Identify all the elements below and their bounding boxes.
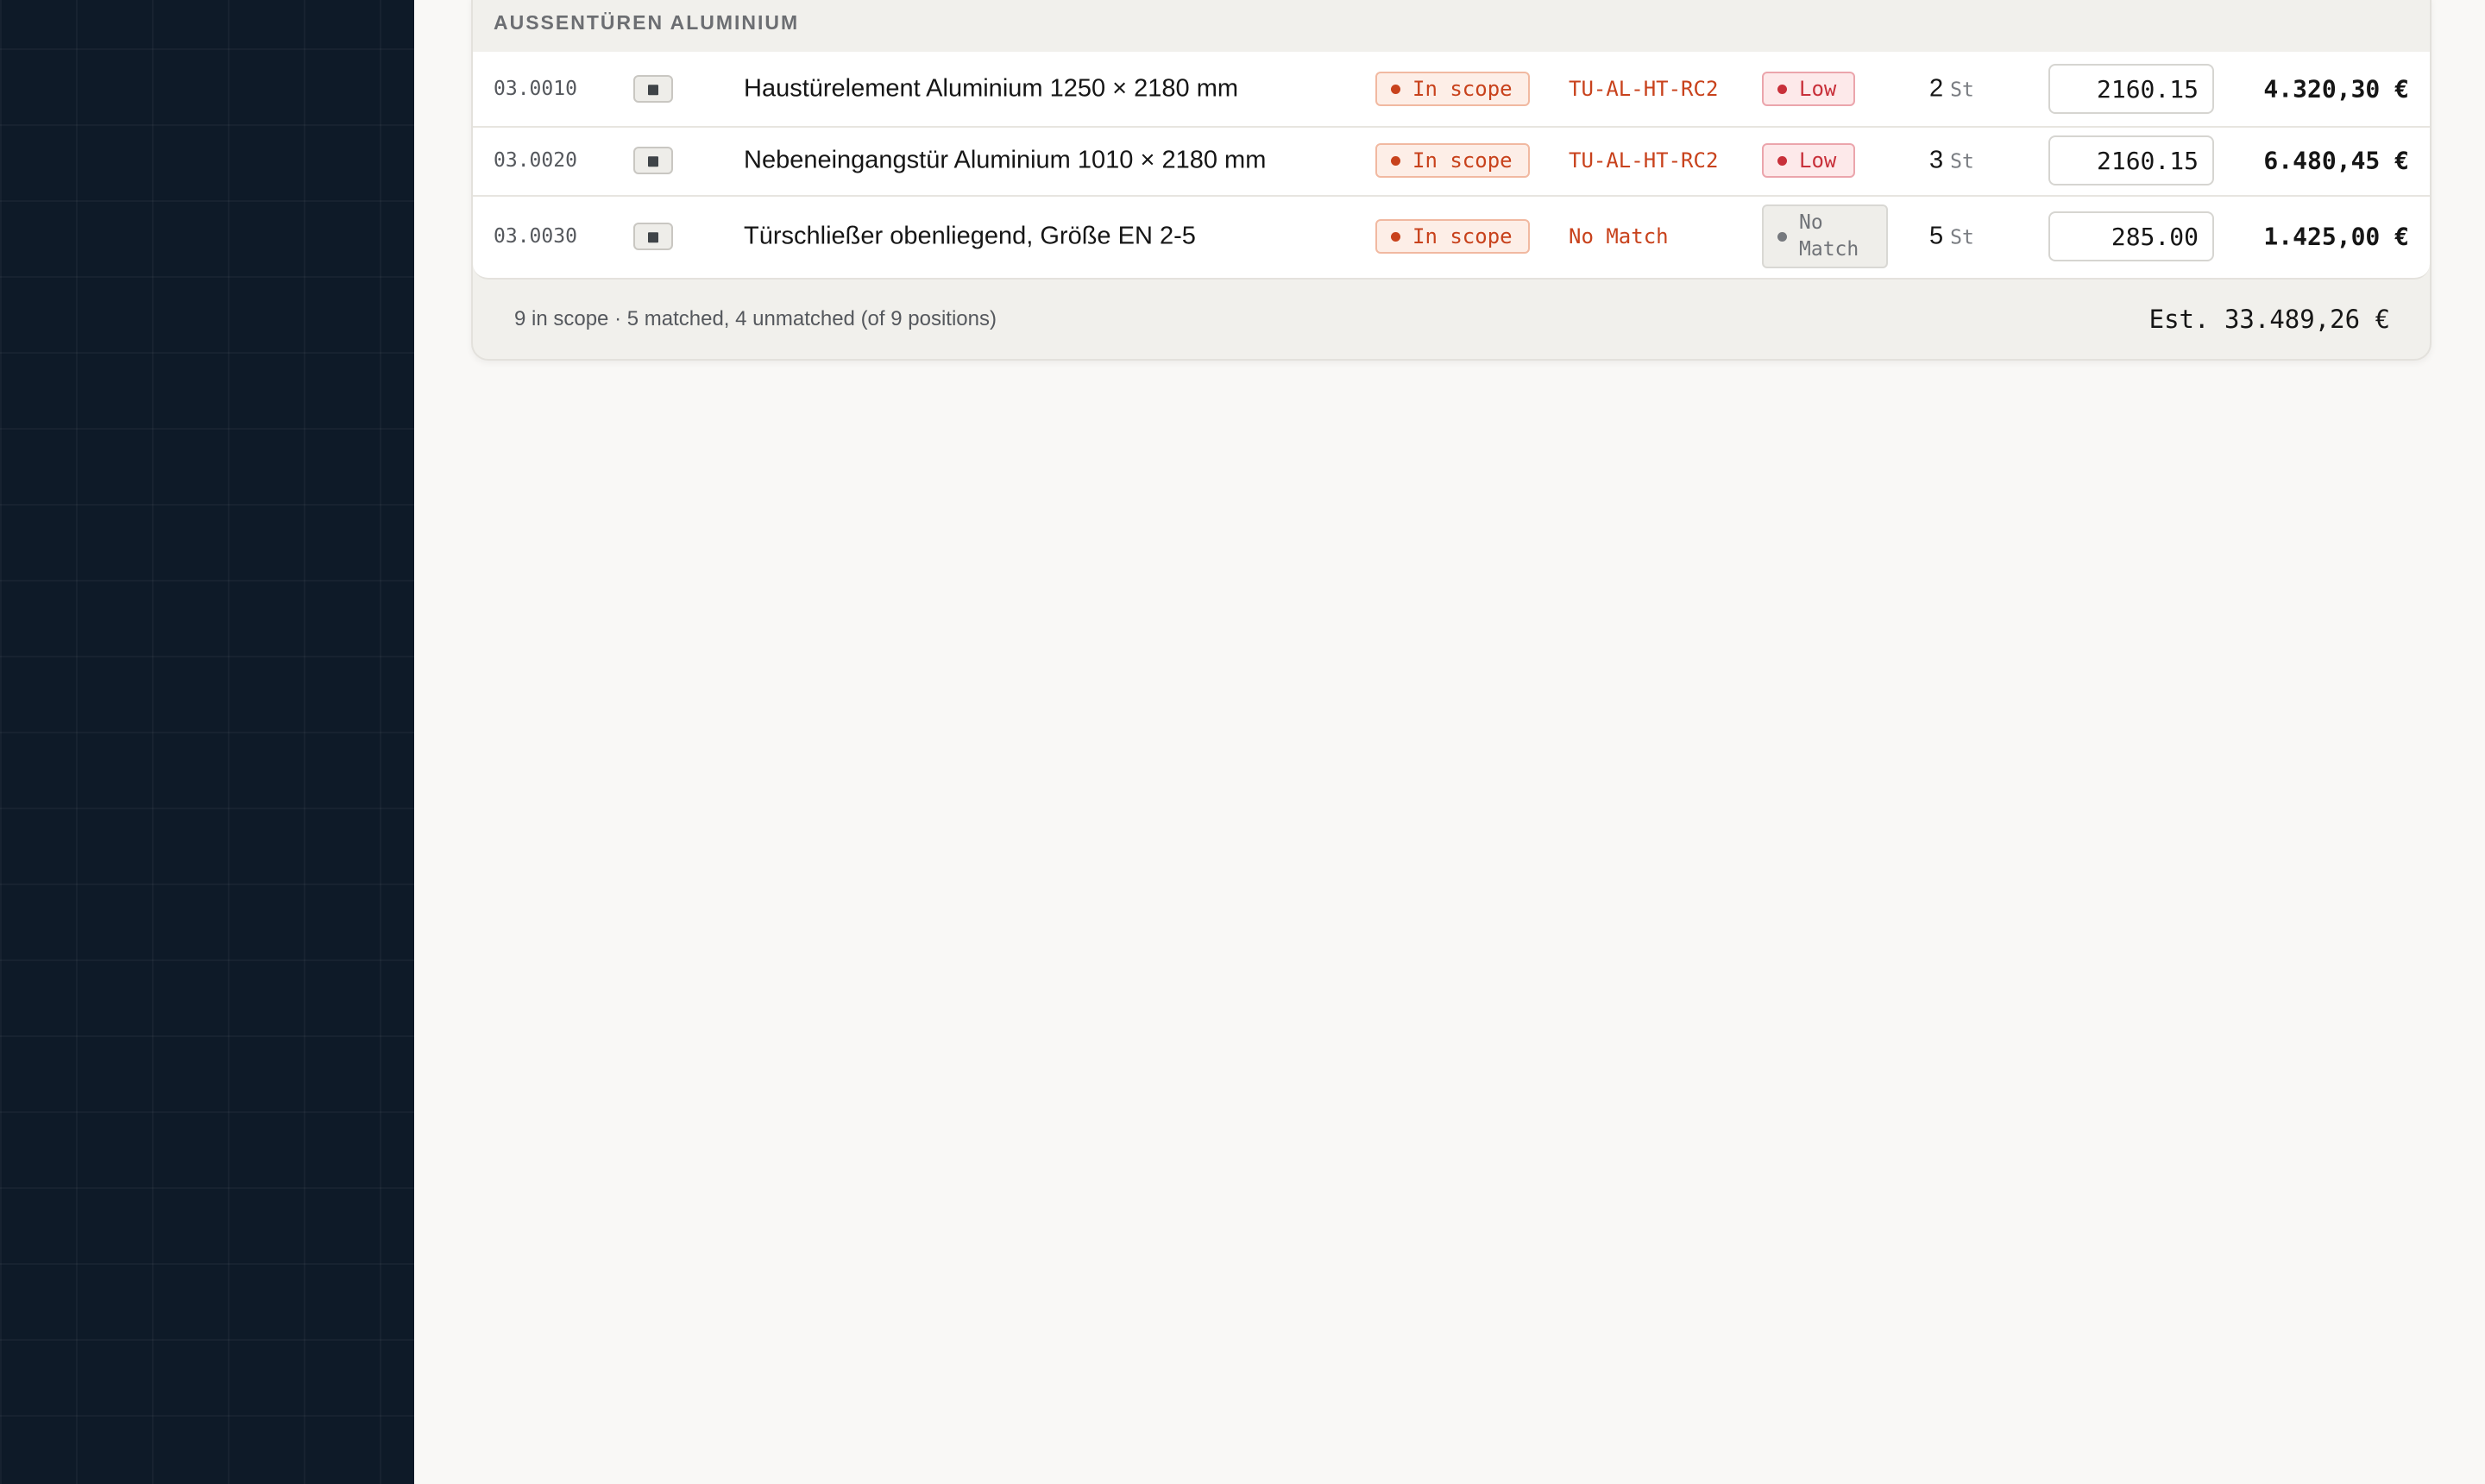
dot-icon <box>1777 231 1787 242</box>
position-number: 03.0020 <box>494 149 577 172</box>
match-code[interactable]: TU-AL-HT-RC2 <box>1569 148 1718 173</box>
table-row[interactable]: 03.0020 Nebeneingangstür Aluminium 1010 … <box>473 126 2430 197</box>
row-toggle-button[interactable] <box>633 75 673 103</box>
table-row[interactable]: 03.0030 Türschließer obenliegend, Größe … <box>473 195 2430 278</box>
position-description: Haustürelement Aluminium 1250 × 2180 mm <box>744 74 1239 103</box>
scope-badge[interactable]: In scope <box>1375 219 1530 254</box>
scope-badge[interactable]: In scope <box>1375 143 1530 178</box>
row-toggle-button[interactable] <box>633 223 673 250</box>
quantity-value: 5 <box>1929 222 1944 250</box>
row-total: 1.425,00 € <box>2263 222 2409 251</box>
dot-icon <box>1391 84 1400 94</box>
position-description: Türschließer obenliegend, Größe EN 2-5 <box>744 222 1196 250</box>
quantity: 2 St <box>1929 75 1974 104</box>
dot-icon <box>1777 84 1787 94</box>
unit-price-input[interactable] <box>2048 64 2214 114</box>
dot-icon <box>1777 155 1787 166</box>
table-row[interactable]: 03.0010 Haustürelement Aluminium 1250 × … <box>473 52 2430 128</box>
quantity-unit: St <box>1950 226 1974 249</box>
section-header: AUSSENTÜREN ALUMINIUM <box>473 0 2430 53</box>
match-code[interactable]: No Match <box>1569 224 1669 248</box>
scope-badge[interactable]: In scope <box>1375 72 1530 106</box>
scope-label: In scope <box>1412 148 1513 173</box>
row-total: 6.480,45 € <box>2263 146 2409 175</box>
sidebar <box>0 0 414 1484</box>
dot-icon <box>1391 155 1400 166</box>
confidence-badge: Low <box>1762 72 1856 106</box>
quantity-value: 2 <box>1929 74 1944 103</box>
confidence-badge: No Match <box>1762 204 1888 268</box>
confidence-label: No Match <box>1799 211 1859 261</box>
position-description: Nebeneingangstür Aluminium 1010 × 2180 m… <box>744 146 1267 174</box>
quantity-unit: St <box>1950 79 1974 102</box>
scope-label: In scope <box>1412 224 1513 248</box>
position-number: 03.0030 <box>494 225 577 248</box>
section-title: AUSSENTÜREN ALUMINIUM <box>494 11 800 34</box>
row-total: 4.320,30 € <box>2263 74 2409 104</box>
confidence-badge: Low <box>1762 143 1856 178</box>
position-number: 03.0010 <box>494 78 577 100</box>
unit-price-input[interactable] <box>2048 135 2214 186</box>
quantity: 3 St <box>1929 147 1974 175</box>
footer-summary: 9 in scope · 5 matched, 4 unmatched (of … <box>514 307 997 330</box>
square-toggle-icon <box>648 156 658 167</box>
match-code[interactable]: TU-AL-HT-RC2 <box>1569 77 1718 101</box>
quantity-unit: St <box>1950 150 1974 173</box>
square-toggle-icon <box>648 232 658 243</box>
confidence-label: Low <box>1799 148 1837 173</box>
unit-price-input[interactable] <box>2048 211 2214 261</box>
square-toggle-icon <box>648 85 658 96</box>
positions-card: AUSSENTÜREN ALUMINIUM 03.0010 Haustürele… <box>471 0 2432 361</box>
quantity: 5 St <box>1929 223 1974 251</box>
scope-label: In scope <box>1412 77 1513 101</box>
positions-table: 03.0010 Haustürelement Aluminium 1250 × … <box>473 52 2430 280</box>
quantity-value: 3 <box>1929 146 1944 174</box>
estimated-total: Est. 33.489,26 € <box>2148 305 2390 334</box>
dot-icon <box>1391 231 1400 242</box>
row-toggle-button[interactable] <box>633 147 673 174</box>
confidence-label: Low <box>1799 77 1837 101</box>
